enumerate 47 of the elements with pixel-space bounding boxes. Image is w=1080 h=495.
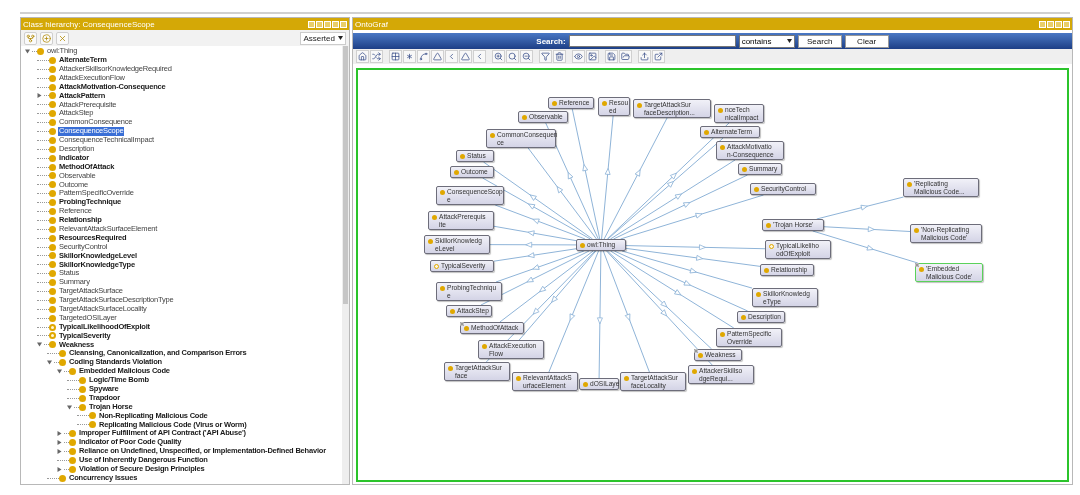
match-mode-dropdown[interactable]: contains <box>738 34 795 48</box>
triangle-icon[interactable] <box>459 50 472 63</box>
scrollbar[interactable] <box>342 46 349 484</box>
caret-icon <box>786 39 792 43</box>
eye-icon[interactable] <box>572 50 585 63</box>
delete-button[interactable] <box>56 31 69 45</box>
collapse-icon[interactable] <box>47 360 52 366</box>
image-icon[interactable] <box>586 50 599 63</box>
panel-title: Class hierarchy: ConsequenceScope <box>23 19 155 29</box>
triangle-icon[interactable] <box>431 50 444 63</box>
search-field[interactable] <box>568 35 736 47</box>
folder-icon[interactable] <box>619 50 632 63</box>
trash-icon[interactable] <box>553 50 566 63</box>
external-link-icon[interactable] <box>652 50 665 63</box>
collapse-icon[interactable] <box>67 404 72 410</box>
spline-icon[interactable] <box>417 50 430 63</box>
save-icon[interactable] <box>605 50 618 63</box>
grid-icon[interactable] <box>389 50 402 63</box>
zoom-in-icon[interactable] <box>492 50 505 63</box>
search-label: Search: <box>536 36 566 46</box>
home-icon[interactable] <box>356 50 369 63</box>
expand-icon[interactable] <box>57 431 62 437</box>
expand-icon[interactable] <box>57 449 62 454</box>
plus-icon <box>42 33 51 43</box>
add-sibling-button[interactable] <box>40 31 53 45</box>
expand-icon[interactable] <box>57 466 62 472</box>
collapse-icon[interactable] <box>37 342 42 348</box>
collapse-icon[interactable] <box>25 48 30 54</box>
panel-title: OntoGraf <box>355 19 388 29</box>
view-dropdown[interactable]: Asserted <box>300 31 346 45</box>
add-subclass-button[interactable] <box>24 31 37 45</box>
filter-icon[interactable] <box>539 50 552 63</box>
search-button[interactable]: Search <box>797 34 842 48</box>
asterisk-icon[interactable] <box>403 50 416 63</box>
clear-button[interactable]: Clear <box>844 34 889 48</box>
chevron-left-icon[interactable] <box>445 50 458 63</box>
search-icon[interactable] <box>506 50 519 63</box>
upload-icon[interactable] <box>638 50 651 63</box>
zoom-out-icon[interactable] <box>520 50 533 63</box>
chevron-left-icon[interactable] <box>473 50 486 63</box>
caret-icon <box>338 36 343 40</box>
fork-icon <box>26 33 35 43</box>
close-icon <box>58 33 67 43</box>
shuffle-icon[interactable] <box>370 50 383 63</box>
expand-icon[interactable] <box>37 93 42 99</box>
expand-icon[interactable] <box>57 440 62 446</box>
collapse-icon[interactable] <box>57 369 62 374</box>
